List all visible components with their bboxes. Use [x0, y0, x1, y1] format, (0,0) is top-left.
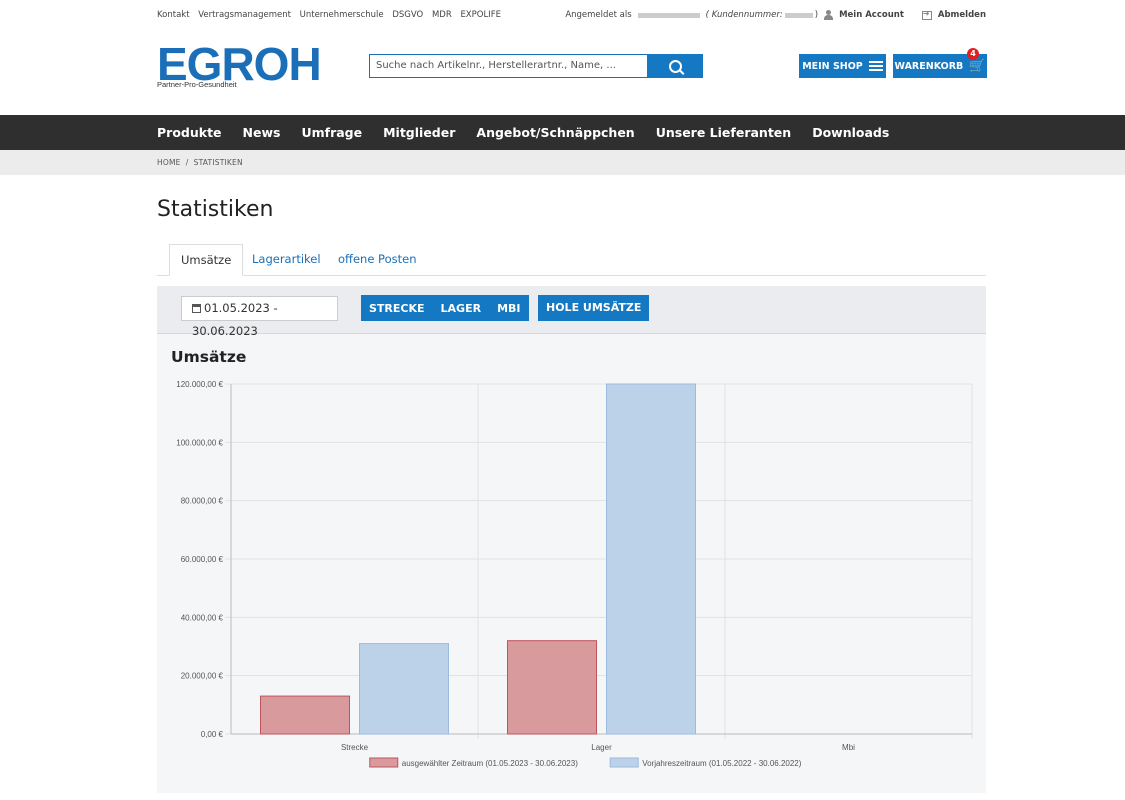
user-icon	[824, 10, 834, 20]
y-tick-label: 20.000,00 €	[181, 672, 224, 681]
y-tick-label: 0,00 €	[201, 730, 224, 739]
y-tick-label: 60.000,00 €	[181, 555, 224, 564]
main-navigation: Produkte News Umfrage Mitglieder Angebot…	[0, 115, 1125, 150]
logo-tagline: Partner-Pro-Gesundheit	[157, 80, 237, 89]
search-icon	[668, 59, 682, 73]
nav-umfrage[interactable]: Umfrage	[301, 125, 362, 140]
search-bar: Suche nach Artikelnr., Herstellerartnr.,…	[369, 54, 703, 78]
breadcrumb: HOME / STATISTIKEN	[0, 150, 1125, 175]
list-icon	[868, 61, 883, 71]
logout-icon	[921, 9, 932, 20]
top-utility-bar: Kontakt Vertragsmanagement Unternehmersc…	[157, 9, 986, 24]
tab-lagerartikel[interactable]: Lagerartikel	[252, 244, 321, 274]
x-tick-label: Strecke	[341, 743, 369, 752]
account-link[interactable]: Mein Account	[839, 10, 904, 20]
cart-count-badge: 4	[967, 48, 979, 60]
nav-mitglieder[interactable]: Mitglieder	[383, 125, 455, 140]
page-title: Statistiken	[157, 197, 274, 222]
bar	[260, 695, 350, 735]
legend-label: ausgewählter Zeitraum (01.05.2023 - 30.0…	[402, 759, 578, 768]
logo[interactable]: EGROH Partner-Pro-Gesundheit	[157, 38, 327, 90]
nav-lieferanten[interactable]: Unsere Lieferanten	[656, 125, 791, 140]
search-button[interactable]	[647, 54, 703, 78]
bar	[359, 643, 449, 735]
logged-in-label: Angemeldet als	[565, 10, 632, 20]
link-dsgvo[interactable]: DSGVO	[392, 10, 423, 20]
y-tick-label: 80.000,00 €	[181, 497, 224, 506]
nav-news[interactable]: News	[243, 125, 281, 140]
bar	[507, 640, 597, 735]
legend-swatch	[369, 757, 399, 768]
legend-label: Vorjahreszeitraum (01.05.2022 - 30.06.20…	[642, 759, 802, 768]
breadcrumb-separator: /	[185, 158, 189, 167]
link-mdr[interactable]: MDR	[432, 10, 452, 20]
nav-downloads[interactable]: Downloads	[812, 125, 889, 140]
link-kontakt[interactable]: Kontakt	[157, 10, 190, 20]
my-shop-button[interactable]: MEIN SHOP	[799, 54, 886, 78]
my-shop-label: MEIN SHOP	[802, 60, 863, 72]
y-tick-label: 120.000,00 €	[176, 380, 223, 389]
nav-angebot[interactable]: Angebot/Schnäppchen	[476, 125, 634, 140]
tab-bar: Umsätze Lagerartikel offene Posten	[157, 244, 986, 276]
user-info: Angemeldet als ( Kundennummer: ) Mein Ac…	[565, 9, 986, 20]
tab-umsaetze[interactable]: Umsätze	[169, 244, 244, 276]
statistics-panel: 01.05.2023 - 30.06.2023 STRECKE LAGER MB…	[157, 286, 986, 793]
cart-icon: 🛒	[969, 58, 986, 74]
redacted-customer-number	[784, 12, 813, 18]
y-tick-label: 40.000,00 €	[181, 613, 224, 622]
top-links: Kontakt Vertragsmanagement Unternehmersc…	[157, 10, 507, 20]
revenue-bar-chart: 0,00 € 20.000,00 € 40.000,00 € 60.000,00 € 8…	[176, 380, 973, 768]
breadcrumb-home[interactable]: HOME	[157, 158, 181, 167]
cart-button[interactable]: WARENKORB 🛒 4	[893, 48, 987, 78]
redacted-username	[637, 12, 700, 18]
nav-produkte[interactable]: Produkte	[157, 125, 222, 140]
x-tick-label: Mbi	[842, 743, 855, 752]
tab-offene-posten[interactable]: offene Posten	[338, 244, 416, 274]
x-tick-label: Lager	[591, 743, 612, 752]
logout-link[interactable]: Abmelden	[938, 10, 986, 20]
customer-number-label: ( Kundennummer:	[705, 10, 783, 20]
bar	[606, 383, 696, 735]
cart-label: WARENKORB	[894, 60, 964, 72]
breadcrumb-current: STATISTIKEN	[193, 158, 243, 167]
link-unternehmerschule[interactable]: Unternehmerschule	[300, 10, 384, 20]
y-tick-label: 100.000,00 €	[176, 438, 223, 447]
search-input[interactable]: Suche nach Artikelnr., Herstellerartnr.,…	[369, 54, 647, 78]
link-expolife[interactable]: EXPOLIFE	[460, 10, 501, 20]
customer-number-close: )	[814, 10, 819, 20]
link-vertragsmanagement[interactable]: Vertragsmanagement	[198, 10, 291, 20]
legend-swatch	[609, 757, 639, 768]
